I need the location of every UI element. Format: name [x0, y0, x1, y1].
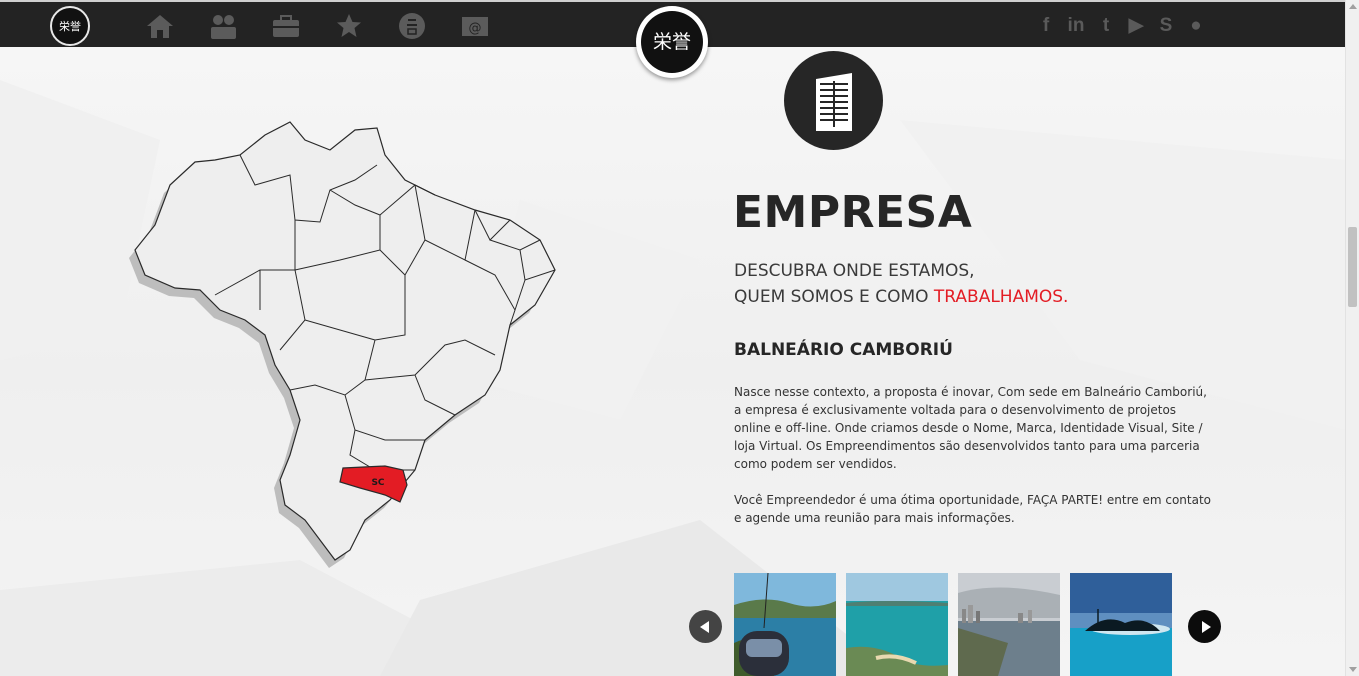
flickr-icon[interactable]: ● [1181, 15, 1211, 37]
chevron-right-icon [1201, 620, 1211, 633]
state-sc-label: SC [371, 478, 384, 488]
kanji-badge-icon[interactable] [380, 6, 443, 46]
svg-text:@: @ [468, 21, 481, 36]
subtitle: DESCUBRA ONDE ESTAMOS, QUEM SOMOS E COMO… [734, 258, 1068, 310]
nav-left-group: 栄誉 @ [50, 6, 506, 46]
briefcase-icon[interactable] [254, 6, 317, 46]
nav-icons: @ [128, 6, 506, 46]
home-icon[interactable] [128, 6, 191, 46]
page-scrollbar[interactable] [1345, 0, 1359, 676]
scroll-down-arrow-icon[interactable] [1349, 667, 1357, 672]
people-icon[interactable] [191, 6, 254, 46]
social-links: f in t ▶ S ● [1031, 15, 1211, 37]
carousel-next-button[interactable] [1188, 610, 1221, 643]
scroll-up-arrow-icon[interactable] [1349, 4, 1357, 9]
paragraph-cta: Você Empreendedor é uma ótima oportunida… [734, 493, 1212, 525]
page-title: EMPRESA [733, 187, 973, 238]
star-icon[interactable] [317, 6, 380, 46]
building-icon [784, 51, 883, 150]
facebook-icon[interactable]: f [1031, 15, 1061, 37]
scrollbar-thumb[interactable] [1348, 227, 1357, 307]
logo-center[interactable]: 栄誉 [636, 6, 708, 78]
mail-icon[interactable]: @ [443, 6, 506, 46]
city-heading: BALNEÁRIO CAMBORIÚ [734, 340, 953, 360]
carousel-photo-cable-car[interactable] [734, 573, 836, 676]
skype-icon[interactable]: S [1151, 15, 1181, 37]
twitter-icon[interactable]: t [1091, 15, 1121, 37]
subtitle-line-2-prefix: QUEM SOMOS E COMO [734, 287, 934, 307]
carousel-photo-coastline-city[interactable] [958, 573, 1060, 676]
subtitle-line-1: DESCUBRA ONDE ESTAMOS, [734, 261, 975, 281]
carousel-photo-beach-aerial[interactable] [846, 573, 948, 676]
carousel-photo-island-sunset[interactable] [1070, 573, 1172, 676]
subtitle-accent: TRABALHAMOS. [933, 287, 1069, 307]
carousel-prev-button[interactable] [689, 610, 722, 643]
brazil-map: SC [115, 110, 565, 574]
linkedin-icon[interactable]: in [1061, 15, 1091, 37]
chevron-left-icon [699, 620, 709, 633]
paragraph-intro: Nasce nesse contexto, a proposta é inova… [734, 385, 1207, 471]
logo-small[interactable]: 栄誉 [50, 6, 90, 46]
subtitle-line-2: QUEM SOMOS E COMO TRABALHAMOS. [734, 284, 1068, 310]
logo-center-text: 栄誉 [641, 11, 703, 73]
youtube-icon[interactable]: ▶ [1121, 15, 1151, 37]
